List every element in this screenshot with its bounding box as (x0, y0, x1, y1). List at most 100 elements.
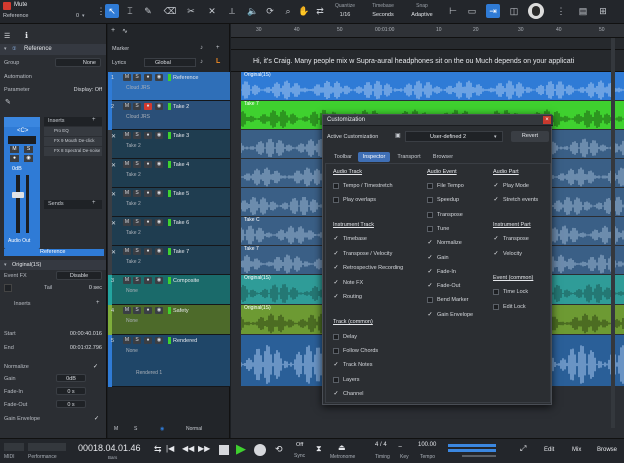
tab-browser[interactable]: Browser (427, 152, 459, 162)
track-name[interactable]: Take 6 (173, 220, 189, 226)
option-checkbox[interactable] (427, 211, 433, 218)
track-subtext[interactable]: None (126, 288, 138, 294)
time-display[interactable]: 00018.04.01.46 (78, 443, 141, 453)
channel-monitor-icon[interactable]: ◉ (24, 155, 33, 162)
track-record-icon[interactable]: ● (144, 190, 152, 197)
track-name[interactable]: Safety (173, 308, 189, 314)
lyrics-select[interactable]: Global (144, 58, 196, 67)
option-checkbox[interactable]: ✓ (427, 240, 433, 246)
footer-mute-button[interactable]: M (114, 426, 118, 432)
track-color-swatch[interactable] (168, 277, 171, 284)
track-subtext[interactable]: Take 2 (126, 259, 141, 265)
option-checkbox[interactable]: ✓ (333, 280, 339, 286)
track-subtext[interactable]: Take 2 (126, 172, 141, 178)
footer-mode[interactable]: Normal (186, 426, 202, 432)
option-checkbox[interactable]: ✓ (333, 362, 339, 368)
track-row[interactable]: ✕ M S ● ◉ Take 7 Take 2 (108, 246, 230, 275)
pan-slider[interactable] (8, 136, 36, 144)
track-row[interactable]: ✕ M S ● ◉ Take 5 Take 2 (108, 188, 230, 217)
normalize-checkbox[interactable]: ✓ (93, 363, 98, 370)
inspector-toggle-icon[interactable]: ▤ (576, 4, 590, 18)
remove-take-icon[interactable]: ✕ (111, 191, 116, 198)
option-checkbox[interactable] (333, 183, 339, 189)
track-mute-button[interactable]: M (123, 132, 131, 139)
timing-value[interactable]: 4 / 4 (375, 442, 387, 448)
fader-handle[interactable] (12, 192, 24, 198)
group-select[interactable]: None (55, 58, 101, 67)
channel-pan[interactable]: <C> (17, 128, 28, 134)
marker-lane[interactable] (231, 38, 624, 50)
track-subtext[interactable]: None (126, 348, 138, 354)
track-monitor-icon[interactable]: ◉ (155, 337, 163, 344)
sends-header[interactable]: Sends + (44, 200, 102, 209)
track-color-swatch[interactable] (168, 219, 171, 226)
track-record-icon[interactable]: ● (144, 74, 152, 81)
zoom-tool-icon[interactable]: ⌕ (281, 4, 295, 18)
lyrics-lane[interactable]: Hi, it's Craig. Many people mix w Supra-… (231, 50, 624, 72)
track-color-swatch[interactable] (168, 161, 171, 168)
precount-icon[interactable]: ⧗ (316, 444, 322, 454)
audio-event-clip[interactable]: Original(1S) (241, 72, 624, 100)
edit-view-button[interactable]: Edit (544, 447, 554, 453)
option-checkbox[interactable] (427, 197, 433, 204)
snap-select[interactable]: Adaptive (404, 12, 440, 18)
track-subtext[interactable]: Take 2 (126, 143, 141, 149)
tab-transport[interactable]: Transport (393, 152, 425, 162)
track-name[interactable]: Take 3 (173, 133, 189, 139)
add-send-icon[interactable]: + (92, 200, 96, 206)
browse-view-button[interactable]: Browse (597, 447, 617, 453)
track-name[interactable]: Take 5 (173, 191, 189, 197)
tab-toolbar[interactable]: Toolbar (329, 152, 357, 162)
mute-indicator-icon[interactable] (3, 2, 11, 10)
timeline-ruler[interactable]: 30 40 50 00:01:00 10 20 30 40 50 (231, 24, 624, 38)
track-name[interactable]: Take 7 (173, 249, 189, 255)
track-mute-button[interactable]: M (123, 190, 131, 197)
track-monitor-icon[interactable]: ◉ (155, 277, 163, 284)
track-color-swatch[interactable] (168, 74, 171, 81)
track-monitor-icon[interactable]: ◉ (155, 219, 163, 226)
channel-solo-button[interactable]: S (24, 146, 33, 153)
track-record-icon[interactable]: ● (144, 103, 152, 110)
footer-monitor-icon[interactable]: ◉ (160, 426, 164, 432)
track-mute-button[interactable]: M (123, 248, 131, 255)
track-name[interactable]: Take 4 (173, 162, 189, 168)
track-solo-button[interactable]: S (133, 219, 141, 226)
track-color-swatch[interactable] (168, 103, 171, 110)
inserts-header[interactable]: Inserts + (44, 117, 102, 126)
lyrics-l-icon[interactable]: L (216, 58, 220, 65)
option-checkbox[interactable]: ✓ (493, 251, 499, 257)
track-solo-button[interactable]: S (133, 248, 141, 255)
listen-tool-icon[interactable]: 🔈 (246, 4, 260, 18)
loop-record-icon[interactable]: ⟲ (275, 444, 283, 455)
track-record-icon[interactable]: ● (144, 161, 152, 168)
track-solo-button[interactable]: S (133, 337, 141, 344)
remove-take-icon[interactable]: ✕ (111, 162, 116, 169)
option-checkbox[interactable]: ✓ (333, 236, 339, 242)
hand-tool-icon[interactable]: ✋ (297, 4, 311, 18)
user-avatar[interactable] (528, 3, 544, 19)
track-color-swatch[interactable] (168, 132, 171, 139)
mute-tool-icon[interactable]: ✕ (205, 4, 219, 18)
track-row[interactable]: 5 M S ● ◉ Rendered None (108, 335, 230, 387)
remove-take-icon[interactable]: ✕ (111, 220, 116, 227)
track-mute-button[interactable]: M (123, 337, 131, 344)
option-checkbox[interactable] (333, 348, 339, 355)
track-solo-button[interactable]: S (133, 190, 141, 197)
track-mute-button[interactable]: M (123, 307, 131, 314)
edit-icon[interactable]: ✎ (5, 98, 11, 106)
option-checkbox[interactable]: ✓ (493, 197, 499, 203)
mix-view-button[interactable]: Mix (572, 447, 581, 453)
track-name[interactable]: Rendered (173, 338, 197, 344)
channel-mute-button[interactable]: M (10, 146, 19, 153)
track-color-swatch[interactable] (168, 248, 171, 255)
tail-value[interactable]: 0 sec (56, 285, 102, 291)
option-checkbox[interactable] (427, 225, 433, 232)
automation-view-icon[interactable]: ∿ (122, 27, 128, 35)
track-mute-button[interactable]: M (123, 74, 131, 81)
track-solo-button[interactable]: S (133, 103, 141, 110)
preset-select[interactable]: User-defined 2 ▾ (405, 131, 503, 142)
fast-forward-icon[interactable]: ▶▶ (198, 444, 210, 453)
fadeout-field[interactable]: 0 s (56, 400, 86, 408)
option-checkbox[interactable] (427, 297, 433, 304)
counter-dropdown-icon[interactable]: ▾ (82, 13, 85, 19)
